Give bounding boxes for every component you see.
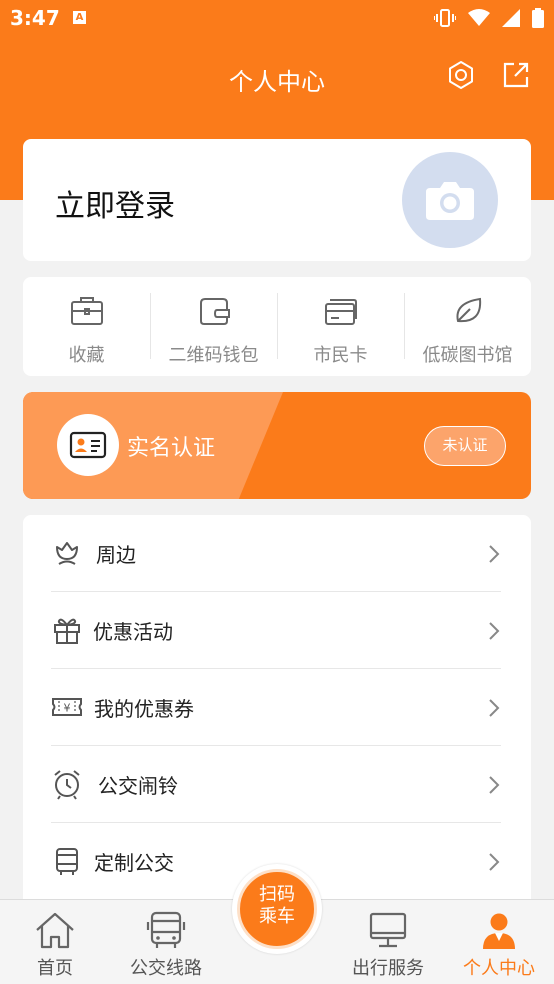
verify-banner[interactable]: 实名认证 未认证 (23, 392, 531, 499)
alarm-clock-icon (54, 770, 80, 800)
menu-item-my-coupons[interactable]: ¥ 我的优惠券 (23, 669, 531, 746)
wifi-icon (468, 9, 490, 26)
menu-item-bus-alarm[interactable]: 公交闹铃 (23, 746, 531, 823)
scan-ride-circle[interactable]: 扫码 乘车 (237, 869, 317, 949)
tab-profile[interactable]: 个人中心 (444, 900, 554, 984)
tab-label: 出行服务 (352, 958, 424, 979)
tab-label: 个人中心 (463, 958, 535, 979)
scan-ride-button[interactable]: 扫码 乘车 (232, 864, 322, 954)
svg-text:¥: ¥ (64, 702, 71, 715)
menu-label: 定制公交 (94, 851, 174, 875)
tab-home[interactable]: 首页 (0, 900, 110, 984)
scan-label-line2: 乘车 (259, 906, 295, 927)
avatar[interactable] (402, 152, 498, 248)
home-icon (36, 912, 74, 949)
id-card-icon (69, 431, 107, 459)
chevron-right-icon (489, 699, 500, 717)
quick-label: 二维码钱包 (168, 345, 259, 366)
verify-label: 实名认证 (127, 436, 216, 461)
quick-actions: 收藏 二维码钱包 市民卡 低碳图书馆 (23, 277, 531, 376)
scan-label-line1: 扫码 (259, 884, 295, 905)
chevron-right-icon (489, 545, 500, 563)
chevron-right-icon (489, 853, 500, 871)
battery-icon (532, 8, 544, 28)
tab-bus-routes[interactable]: 公交线路 (111, 900, 221, 984)
menu-label: 公交闹铃 (98, 774, 178, 798)
bus-icon (56, 848, 78, 875)
camera-icon (426, 182, 474, 220)
menu-label: 我的优惠券 (94, 697, 194, 721)
person-icon (483, 913, 515, 949)
quick-item-citizen-card[interactable]: 市民卡 (277, 277, 404, 376)
wallet-icon (199, 298, 230, 325)
menu-label: 优惠活动 (93, 620, 173, 644)
status-icons (434, 8, 544, 28)
share-icon[interactable] (501, 60, 531, 90)
tab-label: 公交线路 (130, 958, 202, 979)
vibrate-icon (434, 9, 456, 27)
verify-icon-circle (57, 414, 119, 476)
flower-icon (56, 542, 78, 565)
notification-icon: A (73, 11, 86, 24)
login-button[interactable]: 立即登录 (55, 181, 175, 225)
briefcase-icon (70, 297, 103, 325)
bus-route-icon (146, 911, 186, 948)
quick-label: 低碳图书馆 (422, 345, 513, 366)
menu-item-promotions[interactable]: 优惠活动 (23, 592, 531, 669)
gift-icon (54, 618, 80, 644)
coupon-icon: ¥ (52, 698, 82, 716)
menu-label: 周边 (96, 543, 136, 567)
status-bar: 3:47 A (0, 0, 554, 38)
quick-item-qr-wallet[interactable]: 二维码钱包 (150, 277, 277, 376)
status-time: 3:47 (10, 6, 60, 30)
menu-item-nearby[interactable]: 周边 (23, 515, 531, 592)
chevron-right-icon (489, 622, 500, 640)
leaf-icon (455, 297, 481, 323)
quick-item-library[interactable]: 低碳图书馆 (404, 277, 531, 376)
quick-label: 收藏 (68, 345, 105, 366)
tab-label: 首页 (37, 958, 73, 979)
quick-label: 市民卡 (313, 345, 368, 366)
menu-list: 周边 优惠活动 ¥ 我的优惠券 公交闹铃 定制公交 (23, 515, 531, 915)
monitor-icon (369, 912, 407, 948)
quick-item-favorites[interactable]: 收藏 (23, 277, 150, 376)
login-card[interactable]: 立即登录 (23, 139, 531, 261)
settings-icon[interactable] (446, 60, 476, 90)
chevron-right-icon (489, 776, 500, 794)
tab-travel-services[interactable]: 出行服务 (333, 900, 443, 984)
card-icon (324, 299, 357, 325)
signal-icon (502, 9, 520, 27)
verify-status-badge[interactable]: 未认证 (424, 426, 506, 466)
